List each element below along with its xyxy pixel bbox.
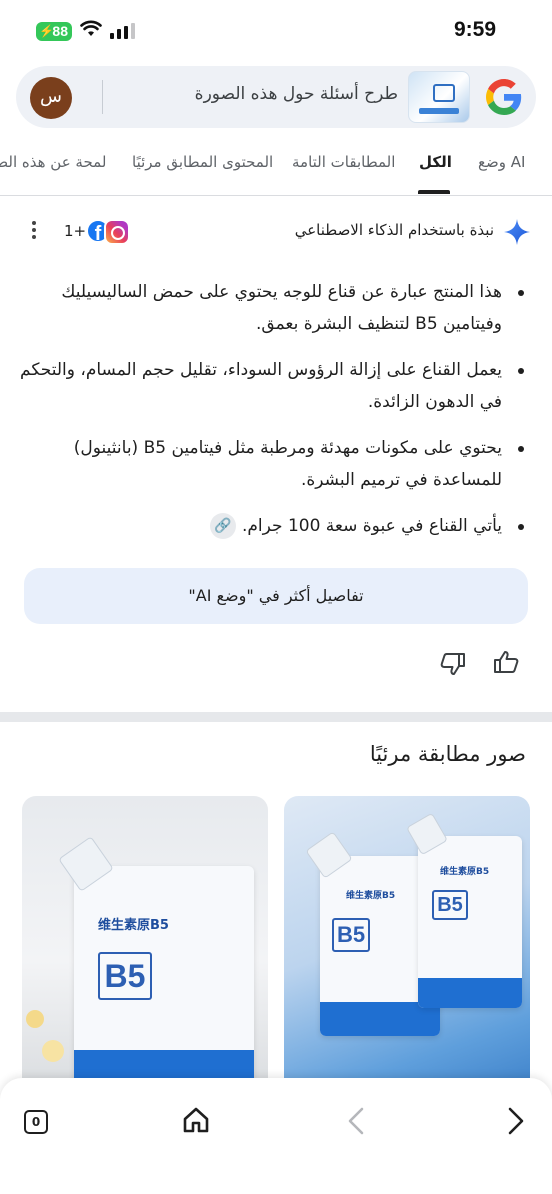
search-input[interactable]: طرح أسئلة حول هذه الصورة (195, 84, 398, 104)
thumbs-up-icon[interactable] (493, 650, 519, 674)
search-bar[interactable]: طرح أسئلة حول هذه الصورة س (16, 66, 536, 128)
bottom-sheet[interactable] (0, 1078, 552, 1194)
ai-sparkle-icon (504, 219, 530, 245)
thumbs-down-icon[interactable] (440, 652, 466, 676)
ai-overview-bullets: هذا المنتج عبارة عن قناع للوجه يحتوي على… (20, 276, 530, 556)
query-image-thumbnail[interactable] (408, 71, 470, 123)
list-item: يأتي القناع في عبوة سعة 100 جرام.🔗 (20, 510, 524, 542)
product-pouch: 维生素原B5 B5 (406, 812, 522, 1008)
back-arrow-icon[interactable] (346, 1106, 366, 1136)
ai-mode-details-button[interactable]: تفاصيل أكثر في "وضع AI" (24, 568, 528, 624)
list-item: يعمل القناع على إزالة الرؤوس السوداء، تق… (20, 354, 524, 418)
charging-icon: ⚡ (39, 24, 54, 38)
list-item: يحتوي على مكونات مهدئة ومرطبة مثل فيتامي… (20, 432, 524, 496)
status-bar: ⚡ 88 9:59 (0, 0, 552, 62)
flower-decoration (26, 1010, 44, 1028)
more-options-icon[interactable] (22, 218, 46, 246)
pouch-brand-text: 维生素原B5 (98, 918, 169, 933)
visual-matches-title: صور مطابقة مرئيًا (369, 742, 526, 766)
pouch-brand-text: 维生素原B5 (346, 891, 396, 901)
visual-match-image[interactable]: 维生素原B5 B5 (22, 796, 268, 1096)
bullet-text: هذا المنتج عبارة عن قناع للوجه يحتوي على… (61, 282, 502, 334)
wifi-icon (80, 20, 102, 36)
tab-about-image[interactable]: لمحة عن هذه الص (0, 153, 106, 171)
pouch-cap (406, 812, 448, 856)
pouch-b5-logo: B5 (98, 952, 152, 1000)
tab-ai-mode[interactable]: وضع AI (478, 153, 525, 171)
pouch-b5-logo: B5 (432, 890, 468, 920)
google-logo-icon (486, 79, 522, 115)
tab-all[interactable]: الكل (419, 153, 452, 171)
pouch-cap (58, 836, 114, 892)
ai-overview-title: نبذة باستخدام الذكاء الاصطناعي (294, 221, 494, 239)
tab-exact-matches[interactable]: المطابقات التامة (292, 153, 395, 171)
thumbnail-logo-mark (433, 84, 455, 102)
home-icon[interactable] (182, 1106, 210, 1134)
battery-level: 88 (52, 23, 68, 39)
ai-overview-header: نبذة باستخدام الذكاء الاصطناعي 1+ f (0, 210, 552, 254)
pouch-brand-text: 维生素原B5 (440, 867, 490, 877)
more-sources-count: 1+ (64, 222, 87, 240)
active-tab-indicator (418, 190, 450, 194)
signal-icon (110, 23, 135, 39)
battery-indicator: ⚡ 88 (36, 22, 72, 41)
bullet-text: يعمل القناع على إزالة الرؤوس السوداء، تق… (20, 360, 502, 412)
product-pouch: 维生素原B5 B5 (58, 836, 254, 1094)
section-divider (0, 712, 552, 722)
forward-arrow-icon[interactable] (506, 1106, 526, 1136)
pouch-band (418, 978, 522, 1008)
link-icon[interactable]: 🔗 (209, 513, 236, 539)
pouch-b5-logo: B5 (332, 918, 370, 952)
visual-match-image[interactable]: 维生素原B5 B5 维生素原B5 B5 (284, 796, 530, 1096)
source-badges[interactable]: 1+ f (62, 216, 132, 246)
thumbnail-band (419, 108, 459, 114)
search-divider (102, 80, 103, 114)
search-tabs: وضع AI الكل المطابقات التامة المحتوى الم… (0, 140, 552, 196)
tab-visual-matches[interactable]: المحتوى المطابق مرئيًا (132, 153, 273, 171)
avatar[interactable]: س (30, 77, 72, 119)
instagram-icon (104, 219, 130, 245)
flower-decoration (42, 1040, 64, 1062)
status-time: 9:59 (453, 18, 496, 41)
bullet-text: يحتوي على مكونات مهدئة ومرطبة مثل فيتامي… (73, 438, 502, 490)
list-item: هذا المنتج عبارة عن قناع للوجه يحتوي على… (20, 276, 524, 340)
bullet-text: يأتي القناع في عبوة سعة 100 جرام. (241, 516, 502, 536)
pouch-cap (305, 831, 353, 879)
tab-switcher-button[interactable]: 0 (24, 1110, 48, 1134)
